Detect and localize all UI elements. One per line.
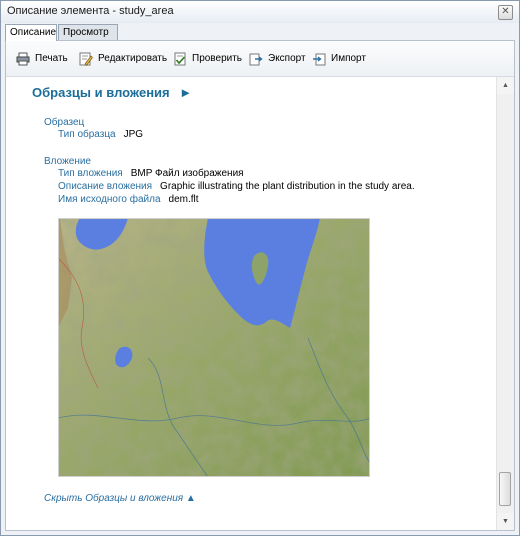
attachment-file-key: Имя исходного файла	[58, 194, 161, 205]
validate-icon	[174, 52, 186, 66]
close-button[interactable]: ✕	[498, 5, 513, 20]
print-button[interactable]: Печать	[16, 51, 68, 67]
edit-icon	[79, 52, 93, 66]
window-title: Описание элемента - study_area	[7, 5, 174, 17]
description-panel: Печать Редактировать Проверить Экспорт И…	[5, 40, 515, 531]
edit-label: Редактировать	[98, 53, 168, 64]
attachment-type-row: Тип вложения BMP Файл изображения	[58, 168, 244, 179]
sample-type-key: Тип образца	[58, 129, 116, 140]
attachment-file-row: Имя исходного файла dem.flt	[58, 194, 199, 205]
validate-button[interactable]: Проверить	[173, 51, 243, 67]
attachment-type-key: Тип вложения	[58, 168, 123, 179]
edit-button[interactable]: Редактировать	[79, 51, 167, 67]
attachment-desc-value: Graphic illustrating the plant distribut…	[160, 181, 415, 192]
scroll-up-icon[interactable]: ▲	[497, 77, 514, 94]
expand-arrow-icon: ►	[179, 85, 193, 100]
import-button[interactable]: Импорт	[312, 51, 366, 67]
sample-type-value: JPG	[123, 129, 144, 140]
metadata-window: Описание элемента - study_area ✕ Описани…	[0, 0, 520, 536]
export-icon	[249, 53, 263, 66]
print-label: Печать	[35, 53, 68, 64]
section-heading-text: Образцы и вложения	[32, 85, 170, 100]
sample-type-row: Тип образца JPG	[58, 129, 143, 140]
attachment-file-value: dem.flt	[168, 194, 199, 205]
import-label: Импорт	[331, 53, 366, 64]
import-icon	[313, 53, 326, 66]
vertical-scrollbar[interactable]: ▲ ▼	[496, 77, 514, 530]
attachment-desc-key: Описание вложения	[58, 181, 153, 192]
section-heading[interactable]: Образцы и вложения ►	[32, 85, 192, 100]
attachment-type-value: BMP Файл изображения	[130, 168, 244, 179]
attachment-section-label: Вложение	[44, 156, 91, 167]
scroll-down-icon[interactable]: ▼	[497, 513, 514, 530]
toolbar: Печать Редактировать Проверить Экспорт И…	[6, 41, 514, 77]
export-button[interactable]: Экспорт	[249, 51, 306, 67]
printer-icon	[16, 52, 30, 66]
scroll-thumb[interactable]	[499, 472, 511, 506]
validate-label: Проверить	[192, 53, 243, 64]
title-bar: Описание элемента - study_area ✕	[1, 1, 519, 23]
export-label: Экспорт	[268, 53, 306, 64]
tab-description[interactable]: Описание	[5, 24, 57, 41]
hide-samples-link[interactable]: Скрыть Образцы и вложения ▲	[44, 493, 196, 504]
tab-preview[interactable]: Просмотр	[58, 24, 118, 40]
content-area: Образцы и вложения ► Образец Тип образца…	[6, 77, 496, 530]
attachment-desc-row: Описание вложения Graphic illustrating th…	[58, 181, 415, 192]
sample-section-label: Образец	[44, 117, 85, 128]
sample-image	[57, 218, 371, 478]
